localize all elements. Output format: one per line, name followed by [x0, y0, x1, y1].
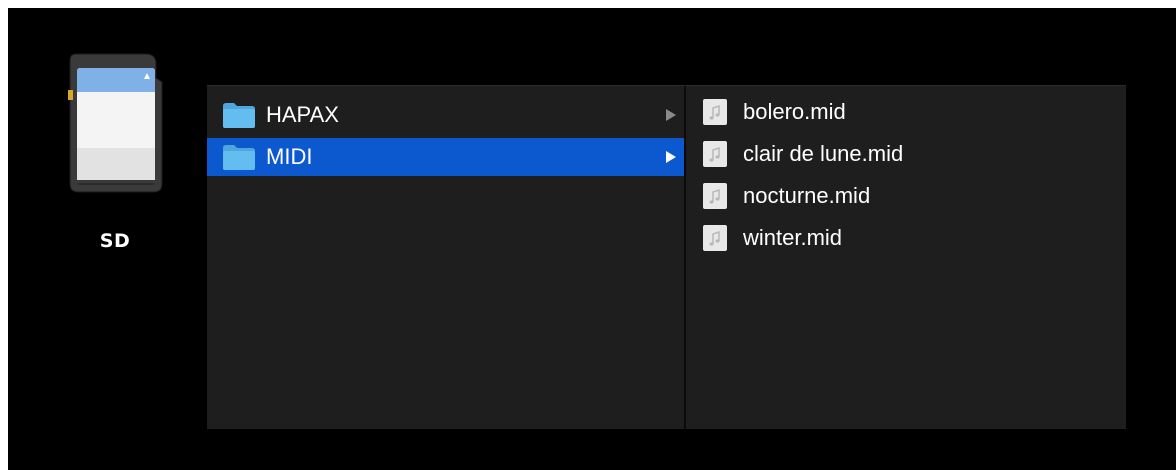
folder-row-midi[interactable]: MIDI: [207, 138, 684, 176]
file-row-clair-de-lune[interactable]: clair de lune.mid: [686, 134, 1126, 174]
sd-card-icon: [68, 53, 163, 193]
folder-icon: [223, 103, 255, 128]
folder-row-hapax[interactable]: HAPAX: [207, 96, 684, 134]
file-row-winter[interactable]: winter.mid: [686, 218, 1126, 258]
folder-label: HAPAX: [266, 102, 339, 127]
files-column: bolero.mid clair de lune.mid nocturne.mi…: [686, 86, 1126, 429]
file-label: nocturne.mid: [743, 183, 871, 208]
device-label: SD: [99, 230, 131, 252]
midi-file-icon: [703, 183, 727, 209]
midi-file-icon: [703, 99, 727, 125]
folder-icon: [223, 145, 255, 170]
file-row-bolero[interactable]: bolero.mid: [686, 92, 1126, 132]
chevron-right-icon: [666, 109, 676, 121]
column-browser: HAPAX MIDI bolero.mid clair de lune.mid …: [207, 85, 1126, 429]
midi-file-icon: [703, 225, 727, 251]
desktop: SD HAPAX MIDI bolero.mid clair de lune.m…: [8, 8, 1176, 470]
sd-device[interactable]: SD: [60, 52, 170, 262]
folder-label: MIDI: [266, 144, 313, 169]
midi-file-icon: [703, 141, 727, 167]
file-label: winter.mid: [743, 225, 843, 250]
chevron-right-icon: [666, 151, 676, 163]
folders-column: HAPAX MIDI: [207, 86, 684, 429]
file-label: clair de lune.mid: [743, 141, 904, 166]
file-label: bolero.mid: [743, 99, 846, 124]
file-row-nocturne[interactable]: nocturne.mid: [686, 176, 1126, 216]
